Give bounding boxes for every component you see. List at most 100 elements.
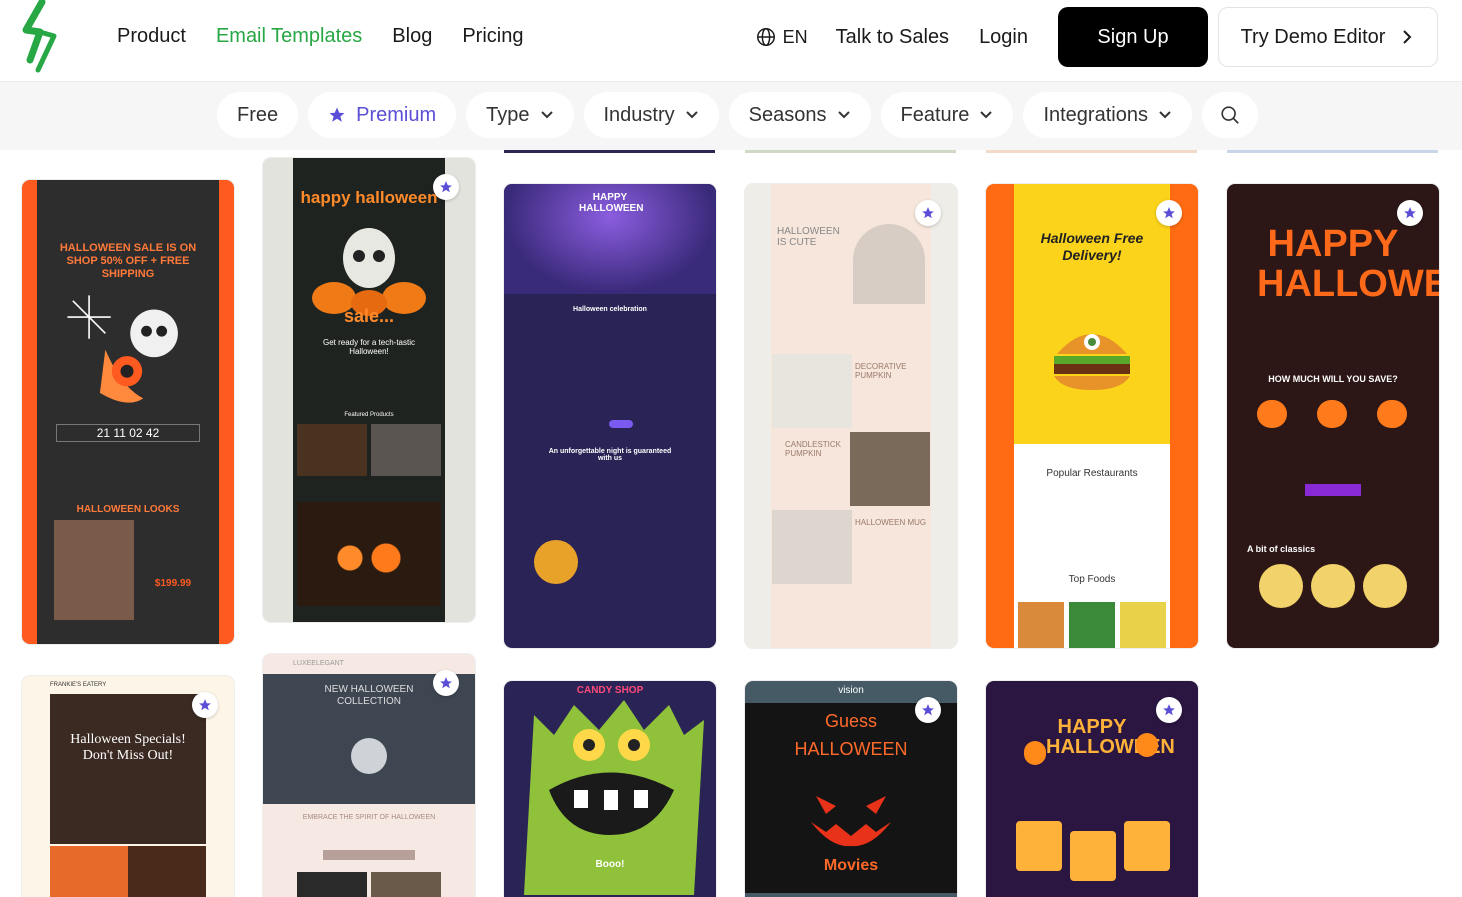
card-title: HAPPY HALLOWEEN — [1046, 716, 1175, 758]
chevron-down-icon — [837, 111, 850, 119]
star-icon — [199, 699, 211, 711]
previous-row-stub — [1227, 150, 1438, 153]
card-title: NEW HALLOWEEN COLLECTION — [324, 684, 414, 707]
card-item-1: DECORATIVE PUMPKIN — [855, 362, 907, 380]
nav-pricing[interactable]: Pricing — [462, 24, 523, 48]
card-featured-label: Featured Products — [344, 412, 394, 418]
filter-industry[interactable]: Industry — [583, 92, 719, 138]
countdown-timer: 21 11 02 42 — [56, 424, 200, 442]
star-icon — [922, 704, 934, 716]
jack-o-lantern-icon — [811, 796, 891, 847]
sign-up-button[interactable]: Sign Up — [1058, 7, 1208, 67]
template-card-candy-shop[interactable]: CANDY SHOP Booo! — [504, 681, 716, 897]
card-subtitle: Booo! — [595, 859, 625, 870]
filter-premium[interactable]: Premium — [308, 92, 457, 138]
filter-industry-label: Industry — [603, 103, 675, 126]
card-title: HAPPY HALLOWEEN — [579, 192, 644, 214]
filter-bar: Free Premium Type Industry Seasons Featu… — [0, 82, 1462, 150]
language-selector[interactable]: EN — [755, 26, 808, 48]
main-nav: Product Email Templates Blog Pricing — [117, 24, 523, 48]
card-subtitle: EMBRACE THE SPIRIT OF HALLOWEEN — [302, 814, 436, 821]
star-icon — [440, 181, 452, 193]
filter-free-label: Free — [237, 103, 279, 126]
template-card-halloween-is-cute[interactable]: HALLOWEEN IS CUTE DECORATIVE PUMPKIN CAN… — [745, 184, 957, 648]
burger-icon — [1054, 334, 1130, 390]
card-subtitle: Halloween celebration — [573, 306, 647, 313]
try-demo-editor-button[interactable]: Try Demo Editor — [1218, 7, 1438, 67]
card-brand: LUXEELEGANT — [293, 660, 344, 667]
card-sale-text: sale... — [343, 306, 395, 326]
previous-row-stub — [504, 150, 715, 153]
language-label: EN — [782, 26, 808, 47]
card-price: $199.99 — [154, 578, 192, 589]
filter-feature-label: Feature — [900, 103, 970, 126]
card-title: HAPPY HALLOWEEN — [1257, 223, 1439, 305]
filter-integrations[interactable]: Integrations — [1023, 92, 1192, 138]
template-card-halloween-free-delivery[interactable]: Halloween Free Delivery! Popular Restaur… — [986, 184, 1198, 648]
premium-badge — [192, 692, 218, 718]
card-title: HALLOWEEN IS CUTE — [777, 226, 840, 248]
star-icon — [1163, 704, 1175, 716]
header-actions: EN Talk to Sales Login Sign Up Try Demo … — [755, 7, 1438, 67]
nav-email-templates[interactable]: Email Templates — [216, 24, 362, 48]
template-card-happy-halloween-savings[interactable]: HAPPY HALLOWEEN HOW MUCH WILL YOU SAVE? … — [1227, 184, 1439, 648]
card-title: Halloween Free Delivery! — [1040, 230, 1144, 263]
card-title: HALLOWEEN SALE IS ON SHOP 50% OFF + FREE… — [59, 242, 197, 280]
premium-badge — [1156, 697, 1182, 723]
try-demo-editor-label: Try Demo Editor — [1240, 25, 1386, 48]
filter-premium-label: Premium — [356, 103, 437, 126]
template-card-happy-halloween-purple[interactable]: HAPPY HALLOWEEN — [986, 681, 1198, 897]
star-icon — [329, 107, 345, 122]
skull-icon — [67, 295, 178, 403]
card-subtitle: Movies — [823, 857, 879, 874]
card-title: Guess HALLOWEEN — [794, 711, 908, 759]
filter-integrations-label: Integrations — [1043, 103, 1148, 126]
premium-badge — [1397, 200, 1423, 226]
filter-seasons-label: Seasons — [748, 103, 827, 126]
filter-feature[interactable]: Feature — [880, 92, 1014, 138]
chevron-down-icon — [980, 111, 993, 119]
card-subtitle-2: Top Foods — [1068, 574, 1116, 585]
filter-free[interactable]: Free — [217, 92, 299, 138]
chevron-down-icon — [1159, 111, 1171, 119]
filter-type-label: Type — [486, 103, 530, 126]
card-subtitle-2: A bit of classics — [1247, 544, 1316, 554]
filter-type[interactable]: Type — [466, 92, 574, 138]
logo-icon[interactable] — [20, 0, 60, 74]
template-grid: HALLOWEEN SALE IS ON SHOP 50% OFF + FREE… — [0, 150, 1462, 897]
template-card-halloween-sale[interactable]: HALLOWEEN SALE IS ON SHOP 50% OFF + FREE… — [22, 180, 234, 644]
previous-row-stub — [745, 150, 956, 153]
star-icon — [1404, 207, 1416, 219]
chevron-down-icon — [685, 111, 698, 119]
card-subtitle: Get ready for a tech-tastic Halloween! — [322, 338, 416, 356]
premium-badge — [915, 200, 941, 226]
login-link[interactable]: Login — [979, 26, 1028, 49]
template-card-luxeelegant[interactable]: LUXEELEGANT NEW HALLOWEEN COLLECTION EMB… — [263, 654, 475, 897]
nav-blog[interactable]: Blog — [392, 24, 432, 48]
star-icon — [440, 677, 452, 689]
card-subtitle: Popular Restaurants — [1046, 468, 1138, 479]
talk-to-sales-link[interactable]: Talk to Sales — [836, 26, 949, 49]
filter-seasons[interactable]: Seasons — [728, 92, 871, 138]
filter-search-button[interactable] — [1201, 92, 1258, 138]
card-subtitle: HALLOWEEN LOOKS — [76, 504, 180, 515]
premium-badge — [433, 174, 459, 200]
premium-badge — [915, 697, 941, 723]
template-card-frankies-eatery[interactable]: FRANKIE'S EATERY Halloween Specials! Don… — [22, 676, 234, 897]
chevron-down-icon — [540, 111, 553, 119]
nav-product[interactable]: Product — [117, 24, 186, 48]
chevron-right-icon — [1403, 30, 1412, 44]
template-card-happy-halloween-tech[interactable]: happy halloween sale... Get ready for a … — [263, 158, 475, 622]
previous-row-stub — [986, 150, 1197, 153]
globe-icon — [756, 28, 775, 46]
card-subtitle: HOW MUCH WILL YOU SAVE? — [1268, 374, 1398, 384]
premium-badge — [1156, 200, 1182, 226]
card-brand: vision — [838, 685, 864, 696]
template-card-guess-halloween[interactable]: vision Guess HALLOWEEN Movies — [745, 681, 957, 897]
card-title: Halloween Specials! Don't Miss Out! — [70, 732, 186, 763]
premium-badge — [433, 670, 459, 696]
header: Product Email Templates Blog Pricing EN … — [0, 0, 1462, 82]
template-card-halloween-celebration[interactable]: HAPPY HALLOWEEN Halloween celebration An… — [504, 184, 716, 648]
card-subtitle-2: An unforgettable night is guaranteed wit… — [548, 448, 672, 462]
star-icon — [1163, 207, 1175, 219]
